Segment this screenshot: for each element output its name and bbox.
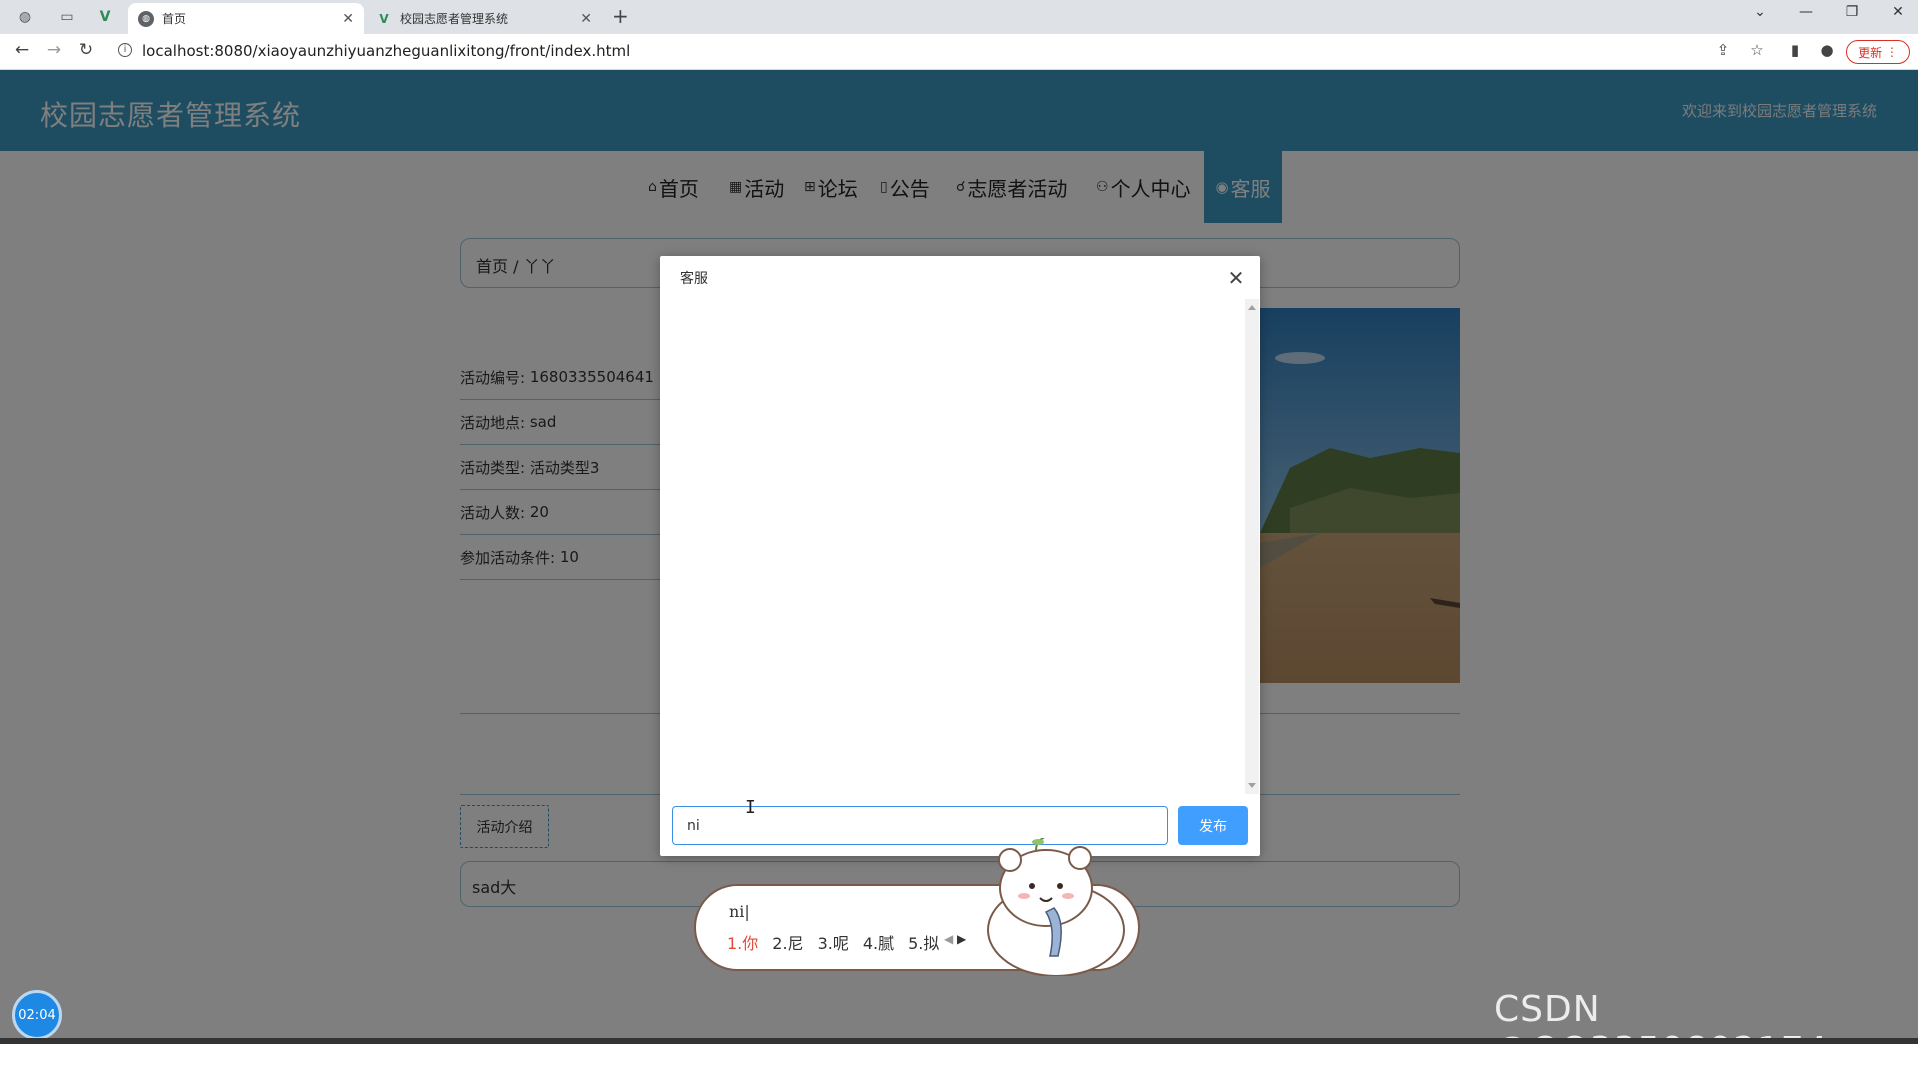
bookmark-star-icon[interactable]: ☆	[1746, 41, 1768, 59]
ime-candidates: 1.你 2.尼 3.呢 4.腻 5.拟	[727, 930, 939, 954]
back-button[interactable]: ←	[10, 40, 34, 60]
site-info-icon[interactable]: i	[118, 43, 132, 57]
tab-title: 校园志愿者管理系统	[400, 12, 509, 26]
reload-button[interactable]: ↻	[74, 40, 98, 60]
bear-mascot-icon	[966, 835, 1146, 977]
browser-tab-pinned-2[interactable]: ▭	[52, 4, 82, 30]
vue-icon: V	[379, 11, 389, 26]
browser-tab-home[interactable]: ◍ 首页 ✕	[128, 3, 364, 34]
ime-candidate[interactable]: 4.腻	[863, 930, 894, 954]
close-tab-icon[interactable]: ✕	[580, 11, 592, 27]
browser-tab-system[interactable]: V 校园志愿者管理系统 ✕	[366, 3, 602, 34]
ime-candidate[interactable]: 1.你	[727, 930, 758, 954]
globe-icon: ◍	[138, 10, 154, 27]
restore-button[interactable]: ❐	[1838, 4, 1866, 20]
share-icon[interactable]: ⇪	[1712, 41, 1734, 59]
close-icon[interactable]: ✕	[1226, 266, 1246, 290]
ime-candidate[interactable]: 2.尼	[772, 930, 803, 954]
vue-icon: V	[99, 9, 111, 25]
ime-pinyin: ni|	[729, 902, 750, 921]
taskbar-strip	[0, 1038, 1918, 1044]
browser-update-button[interactable]: 更新 ⋮	[1846, 40, 1910, 64]
side-panel-icon[interactable]: ▮	[1784, 41, 1806, 59]
ime-page-arrows-icon[interactable]: ◀ ▶	[944, 932, 966, 946]
chat-messages-area[interactable]	[660, 299, 1246, 794]
page-icon: ▭	[60, 9, 74, 25]
ime-candidate[interactable]: 3.呢	[818, 930, 849, 954]
globe-icon: ◍	[18, 9, 32, 25]
send-button[interactable]: 发布	[1178, 806, 1248, 845]
url-field[interactable]: localhost:8080/xiaoyaunzhiyuanzheguanlix…	[142, 42, 630, 60]
dialog-title: 客服	[680, 271, 708, 287]
close-window-button[interactable]: ✕	[1884, 4, 1912, 20]
profile-icon[interactable]: ●	[1816, 41, 1838, 59]
minimize-button[interactable]: —	[1792, 4, 1820, 20]
close-tab-icon[interactable]: ✕	[342, 11, 354, 27]
browser-tab-pinned-3[interactable]: V	[90, 4, 120, 30]
ime-candidate[interactable]: 5.拟	[908, 930, 939, 954]
tab-search-icon[interactable]: ⌄	[1746, 4, 1774, 20]
new-tab-button[interactable]: +	[612, 4, 629, 28]
browser-tab-pinned-1[interactable]: ◍	[10, 4, 40, 30]
chat-scrollbar[interactable]	[1245, 299, 1259, 794]
forward-button[interactable]: →	[42, 40, 66, 60]
tab-title: 首页	[162, 12, 187, 26]
recording-timer[interactable]: 02:04	[12, 990, 62, 1040]
text-cursor-icon: I	[745, 797, 756, 818]
watermark: CSDN @QQ3359892174	[1494, 989, 1829, 1071]
